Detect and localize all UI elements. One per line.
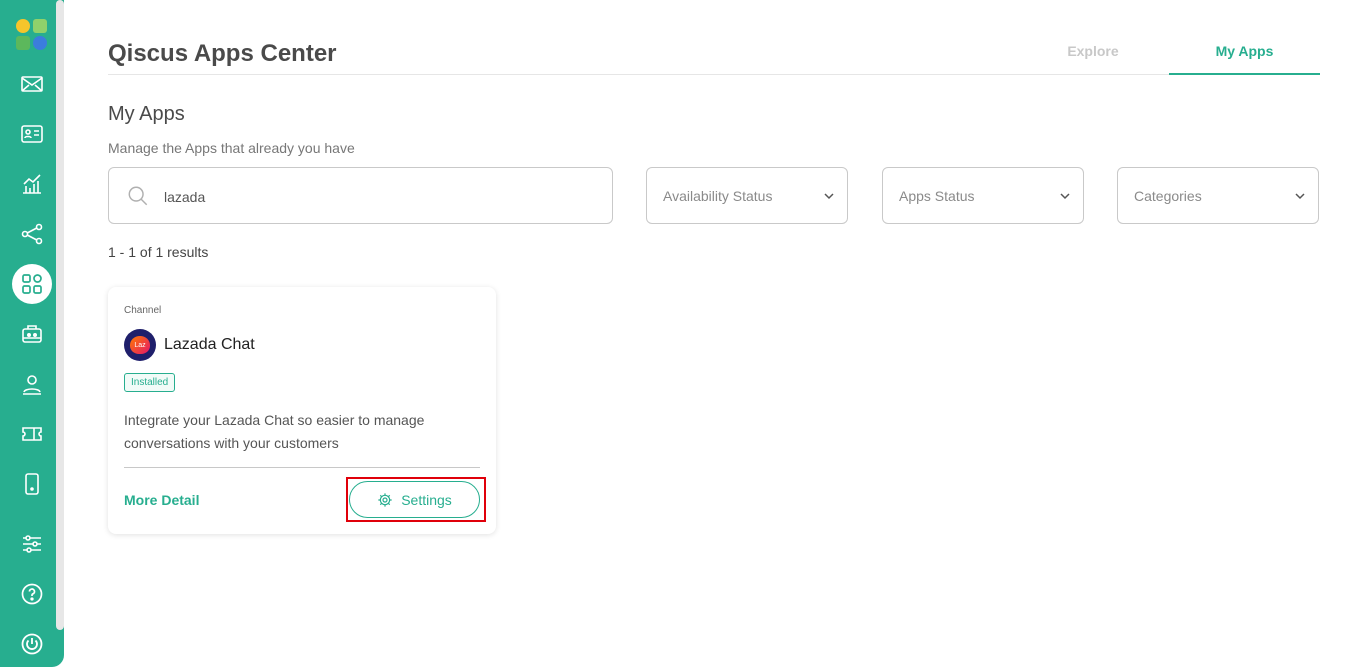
tab-explore[interactable]: Explore [1018, 43, 1168, 59]
contact-card-icon [21, 125, 43, 143]
bot-icon [22, 325, 42, 343]
sidebar-item-agents[interactable] [12, 364, 52, 404]
chevron-down-icon [1295, 193, 1305, 200]
availability-status-select[interactable]: Availability Status [646, 167, 848, 224]
categories-label: Categories [1134, 188, 1202, 204]
card-divider [124, 467, 480, 468]
section-title: My Apps [108, 103, 185, 125]
app-card: Channel Laz Lazada Chat Installed Integr… [108, 287, 496, 534]
tab-my-apps[interactable]: My Apps [1169, 43, 1320, 59]
sidebar-item-integration[interactable] [12, 214, 52, 254]
app-name: Lazada Chat [164, 336, 255, 353]
more-detail-link[interactable]: More Detail [124, 492, 199, 508]
search-input[interactable] [164, 186, 594, 208]
search-box[interactable] [108, 167, 613, 224]
settings-button-label: Settings [401, 491, 452, 508]
help-icon [21, 583, 43, 605]
qiscus-logo[interactable] [16, 19, 48, 51]
sidebar-item-contacts[interactable] [12, 114, 52, 154]
mobile-icon [25, 473, 39, 495]
categories-select[interactable]: Categories [1117, 167, 1319, 224]
sidebar-item-mobile[interactable] [12, 464, 52, 504]
chevron-down-icon [824, 193, 834, 200]
sidebar-item-logout[interactable] [12, 624, 52, 664]
sidebar-item-apps[interactable] [12, 264, 52, 304]
sidebar-scrollbar[interactable] [56, 0, 64, 630]
analytics-icon [23, 174, 41, 194]
sidebar [0, 0, 64, 667]
apps-grid-icon [22, 274, 42, 294]
search-icon [128, 186, 148, 206]
gear-icon [378, 492, 392, 507]
sidebar-item-tickets[interactable] [12, 414, 52, 454]
ticket-icon [22, 427, 42, 441]
apps-status-label: Apps Status [899, 188, 975, 204]
chevron-down-icon [1060, 193, 1070, 200]
sidebar-item-settings[interactable] [12, 524, 52, 564]
sidebar-item-inbox[interactable] [12, 64, 52, 104]
availability-status-label: Availability Status [663, 188, 773, 204]
header-divider [108, 74, 1320, 75]
app-category: Channel [124, 305, 162, 316]
apps-status-select[interactable]: Apps Status [882, 167, 1084, 224]
sidebar-item-bot[interactable] [12, 314, 52, 354]
power-icon [21, 633, 43, 655]
section-subtitle: Manage the Apps that already you have [108, 140, 355, 156]
sidebar-item-analytics[interactable] [12, 164, 52, 204]
status-badge: Installed [124, 373, 176, 392]
app-description: Integrate your Lazada Chat so easier to … [124, 412, 425, 451]
mail-icon [21, 76, 43, 92]
integration-icon [21, 223, 43, 245]
settings-button[interactable]: Settings [349, 481, 480, 518]
results-count: 1 - 1 of 1 results [108, 244, 209, 260]
lazada-logo: Laz [124, 329, 156, 361]
agent-icon [23, 375, 41, 395]
settings-sliders-icon [23, 535, 41, 553]
sidebar-item-help[interactable] [12, 574, 52, 614]
page-title: Qiscus Apps Center [108, 40, 337, 67]
active-tab-indicator [1169, 73, 1320, 75]
